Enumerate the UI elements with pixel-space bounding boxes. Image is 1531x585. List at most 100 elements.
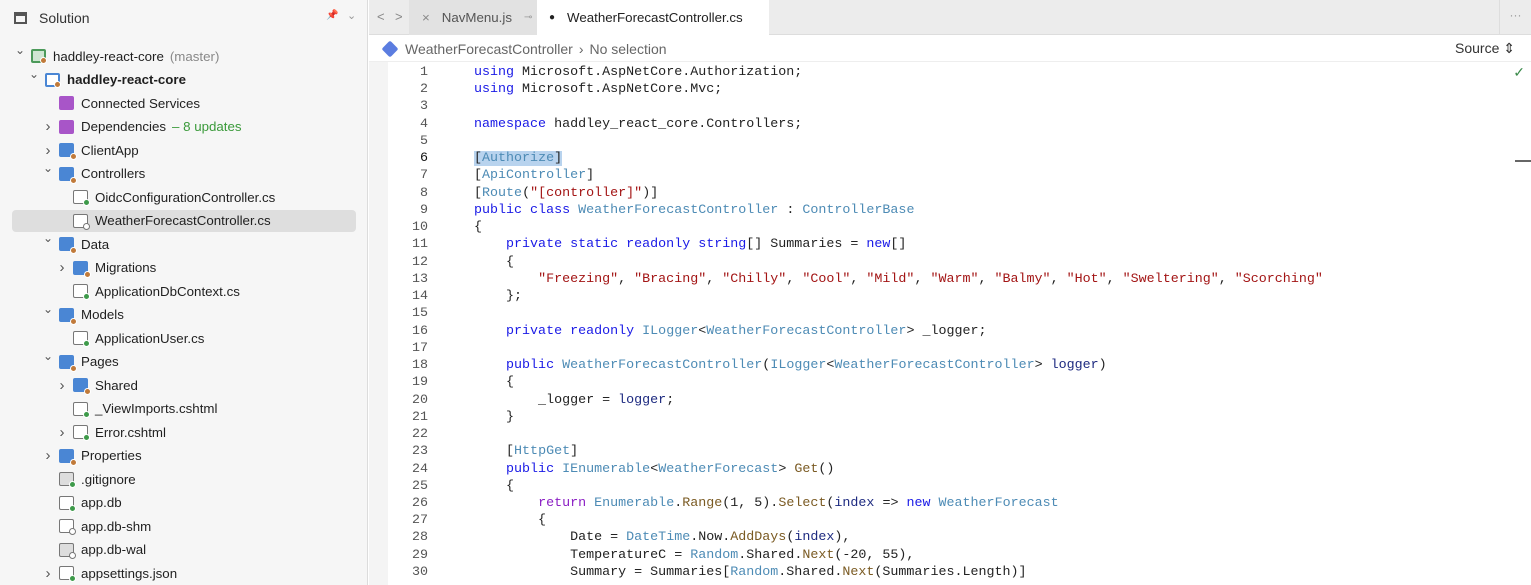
breadcrumb-member[interactable]: No selection [589,41,666,57]
tree-item[interactable]: ⌄ Controllers [12,161,356,185]
tree-item-label: appsettings.json [81,565,178,581]
tree-item[interactable]: app.db-wal [12,539,356,561]
code-line[interactable]: 13 "Freezing", "Bracing", "Chilly", "Coo… [388,272,1488,289]
tree-item[interactable]: ApplicationDbContext.cs [12,280,356,302]
line-number: 29 [411,547,428,563]
modified-dot-icon[interactable]: ● [549,12,555,23]
chevron-right-icon[interactable]: › [43,142,53,159]
code-line[interactable]: 22 [388,427,1488,444]
code-token: ), [834,530,851,546]
chevron-down-icon[interactable]: ⌄ [29,67,39,81]
back-icon[interactable]: < [377,9,385,24]
updates-label[interactable]: – 8 updates [172,119,242,134]
tree-item[interactable]: › Migrations [12,257,356,279]
code-line[interactable]: 15 [388,306,1488,323]
chevron-down-icon[interactable]: ⌄ [43,302,53,316]
tree-item[interactable]: _ViewImports.cshtml [12,398,356,420]
code-line[interactable]: 18 public WeatherForecastController(ILog… [388,358,1488,375]
code-token: (-20, 55), [834,547,915,563]
tree-item[interactable]: ⌄ Models [12,302,356,326]
tree-item-label: haddley-react-core [53,48,164,64]
tree-item[interactable]: ⌄ Pages [12,349,356,373]
code-line[interactable]: 27 { [388,513,1488,530]
code-line[interactable]: 4 namespace haddley_react_core.Controller… [388,117,1488,134]
code-line[interactable]: 19 { [388,375,1488,392]
tree-item[interactable]: › Dependencies – 8 updates [12,116,356,138]
scroll-marker[interactable] [1515,160,1531,162]
code-text: "Freezing", "Bracing", "Chilly", "Cool",… [474,272,1323,287]
source-dropdown[interactable]: Source ⇕ [1455,40,1515,57]
code-line[interactable]: 30 Summary = Summaries[Random.Shared.Nex… [388,565,1488,582]
tab-weatherforecastcontroller[interactable]: ● WeatherForecastController.cs [537,0,769,35]
chevron-down-icon[interactable]: ⌄ [347,9,356,22]
code-line[interactable]: 8 [Route("[controller]")] [388,186,1488,203]
pin-icon[interactable]: 📌 [326,10,338,21]
code-line[interactable]: 21 } [388,410,1488,427]
tree-item[interactable]: › Error.cshtml [12,421,356,443]
tree-item[interactable]: ⌄ haddley-react-core (master) [12,43,356,67]
code-line[interactable]: 14 }; [388,289,1488,306]
code-token: WeatherForecast [658,461,779,477]
code-line[interactable]: 25 { [388,479,1488,496]
chevron-down-icon[interactable]: ⌄ [15,43,25,57]
chevron-down-icon[interactable]: ⌄ [43,161,53,175]
code-line[interactable]: 23 [HttpGet] [388,444,1488,461]
chevron-down-icon[interactable]: ⌄ [43,231,53,245]
code-line[interactable]: 10 { [388,220,1488,237]
code-line[interactable]: 1 using Microsoft.AspNetCore.Authorizatio… [388,65,1488,82]
tree-item[interactable]: ApplicationUser.cs [12,327,356,349]
more-icon[interactable]: ··· [1499,0,1531,35]
tree-item[interactable]: › Shared [12,374,356,396]
code-token: public [506,461,555,477]
code-line[interactable]: 24 public IEnumerable<WeatherForecast> G… [388,462,1488,479]
code-line[interactable]: 11 private static readonly string[] Summ… [388,237,1488,254]
code-line[interactable]: 20 _logger = logger; [388,393,1488,410]
code-line[interactable]: 12 { [388,255,1488,272]
chevron-right-icon[interactable]: › [43,447,53,464]
chevron-right-icon[interactable]: › [43,565,53,582]
chevron-right-icon[interactable]: › [57,377,67,394]
code-line[interactable]: 3 [388,99,1488,116]
chevron-right-icon[interactable]: › [57,259,67,276]
code-line[interactable]: 7 [ApiController] [388,168,1488,185]
folder-icon [59,166,77,184]
code-token: WeatherForecast [938,496,1059,511]
close-icon[interactable]: × [422,10,430,25]
tree-item[interactable]: WeatherForecastController.cs [12,209,356,232]
code-line[interactable]: 26 return Enumerable.Range(1, 5).Select(… [388,496,1488,513]
tree-item[interactable]: ⌄ haddley-react-core [12,67,356,91]
tree-item[interactable]: › appsettings.json [12,562,356,584]
tree-item[interactable]: OidcConfigurationController.cs [12,186,356,208]
tree-item[interactable]: › Properties [12,445,356,467]
tree-item[interactable]: app.db-shm [12,515,356,537]
forward-icon[interactable]: > [395,9,403,24]
chevron-down-icon[interactable]: ⌄ [43,349,53,363]
tree-item[interactable]: › ClientApp [12,139,356,161]
code-line[interactable]: 6 [Authorize] [388,151,1488,168]
tree-item[interactable]: Connected Services [12,92,356,114]
tree-item[interactable]: .gitignore [12,468,356,490]
pin-icon[interactable]: ⊸ [524,12,532,23]
code-token: , [1106,271,1123,287]
code-line[interactable]: 5 [388,134,1488,151]
tab-navmenu[interactable]: × NavMenu.js ⊸ [409,0,537,35]
tree-item[interactable]: app.db [12,492,356,514]
line-number: 20 [411,392,428,408]
code-token: Select [778,496,827,511]
code-token: Get [794,461,819,477]
code-line[interactable]: 17 [388,341,1488,358]
breadcrumb-class[interactable]: WeatherForecastController [405,41,573,57]
code-line[interactable]: 16 private readonly ILogger<WeatherForec… [388,324,1488,341]
code-token: [ [474,444,515,460]
code-line[interactable]: 29 TemperatureC = Random.Shared.Next(-20… [388,548,1488,565]
tree-item-text: Data [81,237,109,252]
code-line[interactable]: 28 Date = DateTime.Now.AddDays(index), [388,530,1488,547]
code-token: private static readonly string [506,237,747,253]
chevron-right-icon[interactable]: › [43,118,53,135]
code-line[interactable]: 9 public class WeatherForecastController … [388,203,1488,220]
tree-item[interactable]: ⌄ Data [12,231,356,255]
chevron-right-icon[interactable]: › [57,424,67,441]
code-line[interactable]: 2 using Microsoft.AspNetCore.Mvc; [388,82,1488,99]
